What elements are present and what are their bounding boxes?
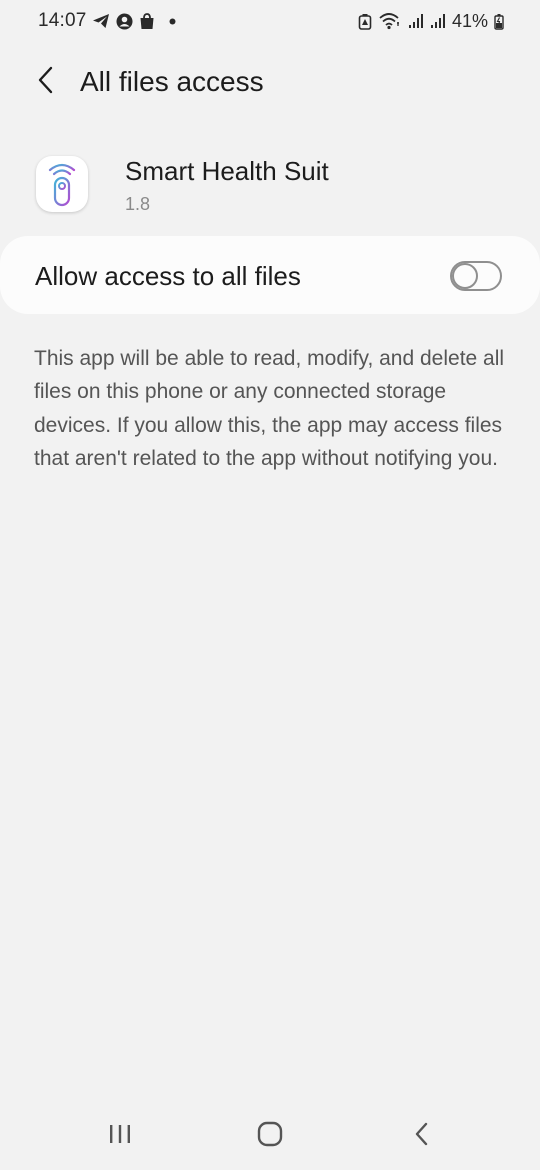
status-left-icons — [92, 11, 176, 31]
battery-saver-icon — [358, 13, 372, 30]
signal-icon — [408, 13, 424, 29]
wifi-icon — [378, 12, 402, 30]
app-info: Smart Health Suit 1.8 — [0, 150, 540, 226]
back-icon — [414, 1122, 430, 1151]
allow-access-toggle[interactable] — [450, 261, 502, 291]
home-button[interactable] — [248, 1118, 292, 1154]
app-name: Smart Health Suit — [125, 156, 329, 186]
toggle-knob — [452, 263, 478, 289]
permission-description: This app will be able to read, modify, a… — [34, 347, 505, 470]
back-button[interactable] — [26, 62, 66, 102]
navigation-bar — [0, 1108, 540, 1164]
header: All files access — [0, 52, 540, 114]
battery-percentage: 41% — [451, 10, 488, 31]
shopping-bag-icon — [139, 12, 155, 30]
notification-dot-icon — [169, 18, 176, 25]
account-icon — [116, 13, 133, 30]
battery-charging-icon — [494, 13, 504, 30]
recent-apps-button[interactable] — [98, 1118, 142, 1154]
app-version: 1.8 — [125, 194, 151, 214]
allow-access-label: Allow access to all files — [35, 261, 301, 291]
smart-health-app-icon — [36, 156, 88, 212]
recent-apps-icon — [108, 1123, 132, 1150]
status-right-icons: 41% — [358, 10, 504, 32]
allow-access-row[interactable]: Allow access to all files — [0, 236, 540, 314]
status-bar: 14:07 41% — [0, 0, 540, 44]
signal-icon — [430, 13, 446, 29]
chevron-left-icon — [37, 66, 55, 99]
status-time: 14:07 — [38, 10, 87, 31]
telegram-icon — [92, 13, 110, 29]
home-icon — [257, 1121, 283, 1152]
page-title: All files access — [80, 66, 264, 97]
nav-back-button[interactable] — [400, 1118, 444, 1154]
